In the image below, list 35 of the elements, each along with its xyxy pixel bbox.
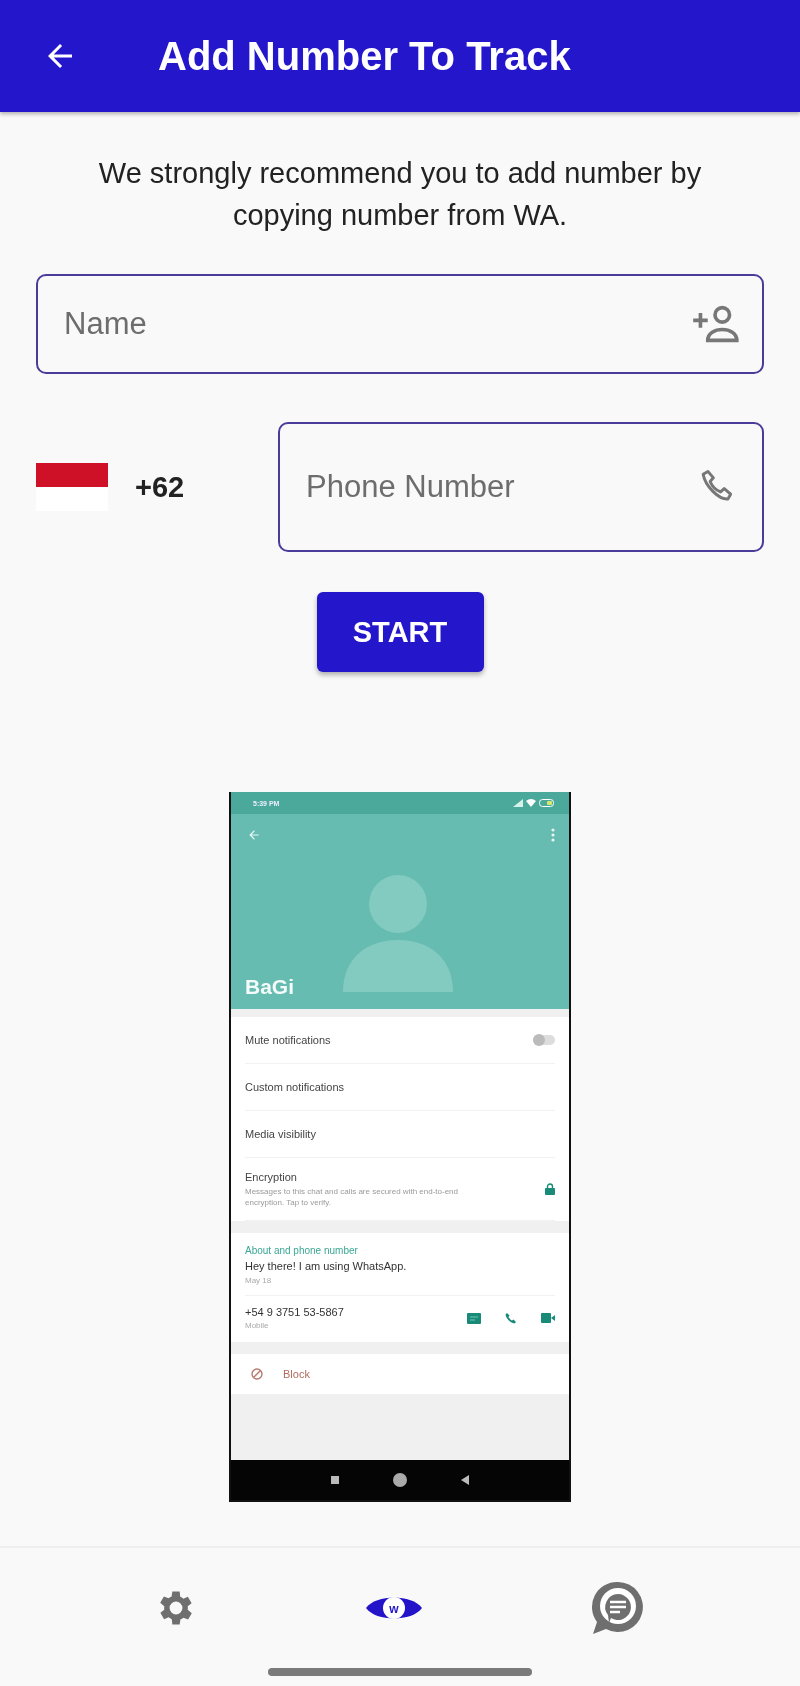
lock-icon bbox=[545, 1183, 555, 1195]
block-label: Block bbox=[283, 1368, 310, 1380]
about-date: May 18 bbox=[245, 1276, 273, 1285]
name-field[interactable]: Name bbox=[36, 274, 764, 374]
message-icon bbox=[467, 1312, 481, 1324]
signal-icon bbox=[513, 799, 523, 807]
flag-icon[interactable] bbox=[36, 463, 108, 511]
add-person-icon bbox=[690, 304, 740, 344]
setting-label: Mute notifications bbox=[245, 1034, 331, 1046]
start-button[interactable]: START bbox=[316, 592, 484, 672]
setting-label: Custom notifications bbox=[245, 1081, 345, 1093]
screen-title: Add Number To Track bbox=[158, 33, 571, 79]
circle-icon bbox=[393, 1473, 407, 1487]
square-icon bbox=[331, 1476, 339, 1484]
setting-description: Messages to this chat and calls are secured with end-to-end encryption. Tap to verify. bbox=[245, 1185, 459, 1208]
country-code[interactable]: +62 bbox=[135, 470, 265, 504]
avatar-icon bbox=[343, 874, 453, 992]
section-heading: About and phone number bbox=[245, 1245, 359, 1256]
battery-icon bbox=[539, 799, 555, 807]
back-arrow-icon bbox=[247, 828, 261, 842]
chat-icon[interactable] bbox=[590, 1580, 646, 1636]
block-icon bbox=[251, 1368, 263, 1380]
more-options-icon bbox=[551, 828, 555, 842]
setting-label: Media visibility bbox=[245, 1128, 316, 1140]
about-text: Hey there! I am using WhatsApp. bbox=[245, 1260, 408, 1272]
video-call-icon bbox=[541, 1313, 555, 1323]
triangle-icon bbox=[461, 1475, 469, 1485]
phone-number: +54 9 3751 53-5867 bbox=[245, 1306, 344, 1318]
instruction-text: We strongly recommend you to add number by copying number from WA. bbox=[97, 156, 703, 233]
phone-number-field[interactable]: Phone Number bbox=[278, 422, 764, 552]
call-icon bbox=[505, 1312, 517, 1324]
phone-type: Mobile bbox=[245, 1321, 270, 1330]
setting-label: Encryption bbox=[245, 1170, 298, 1183]
contact-name: BaGi bbox=[245, 975, 294, 999]
wifi-icon bbox=[526, 799, 536, 807]
